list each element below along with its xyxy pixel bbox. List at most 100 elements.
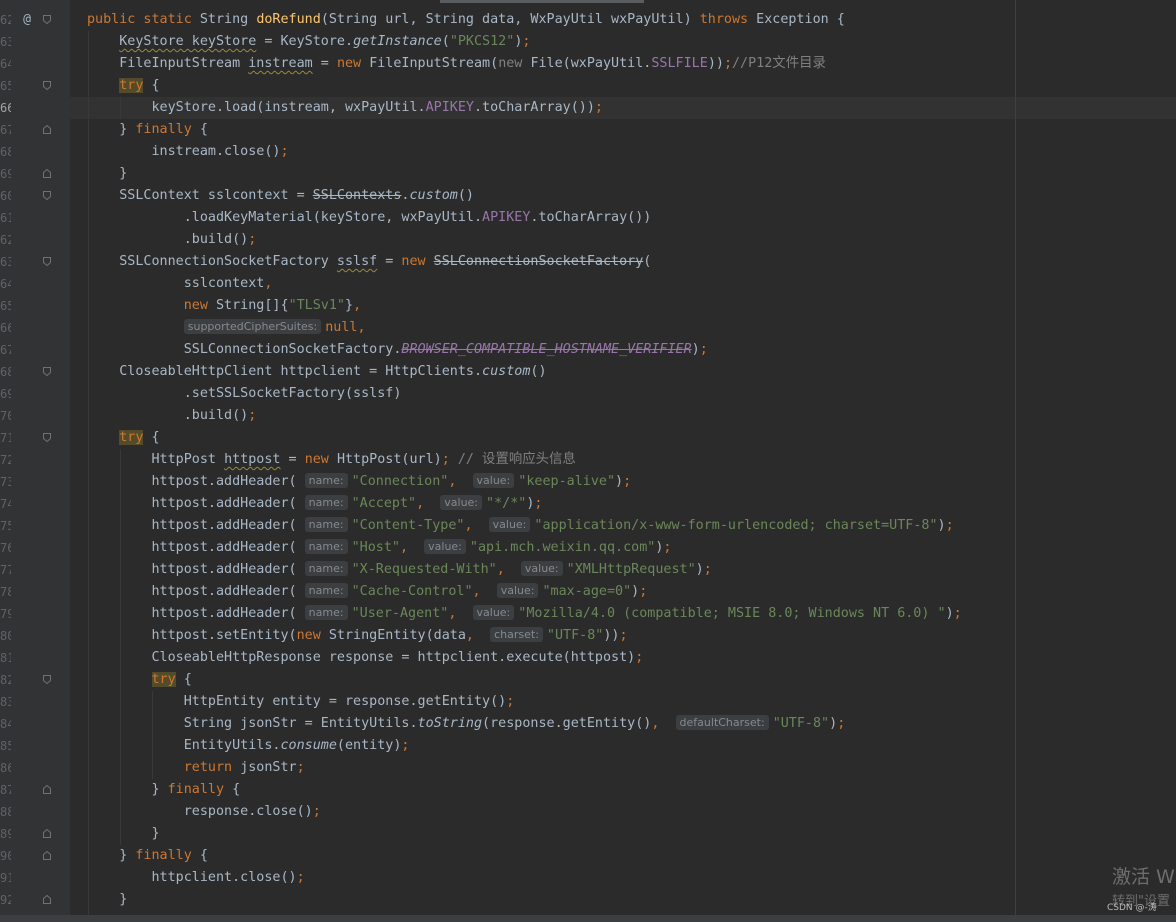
code-line[interactable]: 62 @ public static String doRefund(String … xyxy=(0,9,1176,31)
line-number[interactable]: 66 xyxy=(0,97,11,119)
line-code[interactable]: new String[]{"TLSv1"}, xyxy=(87,295,361,317)
line-code[interactable]: KeyStore keyStore = KeyStore.getInstance… xyxy=(87,31,530,53)
line-number[interactable]: 72 xyxy=(0,449,11,471)
line-number[interactable]: 70 xyxy=(0,405,11,427)
line-code[interactable]: .setSSLSocketFactory(sslsf) xyxy=(87,383,402,405)
code-line[interactable]: 68 CloseableHttpClient httpclient = Http… xyxy=(0,361,1176,383)
line-number[interactable]: 63 xyxy=(0,31,11,53)
code-line[interactable]: 88 response.close(); xyxy=(0,801,1176,823)
code-line[interactable]: 66 supportedCipherSuites: null, xyxy=(0,317,1176,339)
line-number[interactable]: 92 xyxy=(0,889,11,911)
line-code[interactable]: httpost.addHeader( name: "X-Requested-Wit… xyxy=(87,559,712,581)
code-line[interactable]: 81 CloseableHttpResponse response = http… xyxy=(0,647,1176,669)
line-code[interactable]: FileInputStream instream = new FileInput… xyxy=(87,53,826,75)
code-line[interactable]: 86 return jsonStr; xyxy=(0,757,1176,779)
code-line[interactable]: 69 .setSSLSocketFactory(sslsf) xyxy=(0,383,1176,405)
line-number[interactable]: 85 xyxy=(0,735,11,757)
line-code[interactable]: try { xyxy=(87,669,192,691)
line-code[interactable]: } xyxy=(87,163,127,185)
code-line[interactable]: 77 httpost.addHeader( name: "X-Requested-… xyxy=(0,559,1176,581)
line-number[interactable]: 62 xyxy=(0,9,11,31)
line-code[interactable]: .loadKeyMaterial(keyStore, wxPayUtil.API… xyxy=(87,207,652,229)
line-number[interactable]: 71 xyxy=(0,427,11,449)
line-code[interactable]: } finally { xyxy=(87,119,208,141)
line-number[interactable]: 68 xyxy=(0,361,11,383)
code-line[interactable]: 80 httpost.setEntity(new StringEntity(da… xyxy=(0,625,1176,647)
line-code[interactable]: return jsonStr; xyxy=(87,757,305,779)
line-number[interactable]: 88 xyxy=(0,801,11,823)
line-code[interactable]: } finally { xyxy=(87,845,208,867)
line-number[interactable]: 81 xyxy=(0,647,11,669)
line-number[interactable]: 64 xyxy=(0,273,11,295)
fold-start-icon[interactable] xyxy=(43,191,51,200)
line-code[interactable]: try { xyxy=(87,75,160,97)
line-number[interactable]: 76 xyxy=(0,537,11,559)
line-code[interactable]: httpost.addHeader( name: "Accept", value:… xyxy=(87,493,542,515)
code-line[interactable]: 75 httpost.addHeader( name: "Content-Type… xyxy=(0,515,1176,537)
code-line[interactable]: 74 httpost.addHeader( name: "Accept", val… xyxy=(0,493,1176,515)
code-line[interactable]: 68 instream.close(); xyxy=(0,141,1176,163)
code-line[interactable]: 89 } xyxy=(0,823,1176,845)
code-line[interactable]: 87 } finally { xyxy=(0,779,1176,801)
line-code[interactable]: httpost.addHeader( name: "Content-Type", … xyxy=(87,515,954,537)
line-code[interactable]: try { xyxy=(87,427,160,449)
code-line[interactable]: 60 SSLContext sslcontext = SSLContexts.c… xyxy=(0,185,1176,207)
line-code[interactable]: } xyxy=(87,889,127,911)
code-line[interactable]: 70 .build(); xyxy=(0,405,1176,427)
line-code[interactable]: .build(); xyxy=(87,229,257,251)
line-code[interactable]: supportedCipherSuites: null, xyxy=(87,317,366,339)
line-code[interactable]: CloseableHttpResponse response = httpcli… xyxy=(87,647,643,669)
line-code[interactable]: SSLContext sslcontext = SSLContexts.cust… xyxy=(87,185,474,207)
line-code[interactable]: HttpEntity entity = response.getEntity()… xyxy=(87,691,515,713)
code-line[interactable]: 61 .loadKeyMaterial(keyStore, wxPayUtil.… xyxy=(0,207,1176,229)
line-number[interactable]: 75 xyxy=(0,515,11,537)
line-number[interactable]: 69 xyxy=(0,163,11,185)
fold-end-icon[interactable] xyxy=(43,895,51,904)
code-line[interactable]: 85 EntityUtils.consume(entity); xyxy=(0,735,1176,757)
code-line[interactable]: 62 .build(); xyxy=(0,229,1176,251)
line-number[interactable]: 91 xyxy=(0,867,11,889)
line-code[interactable]: CloseableHttpClient httpclient = HttpCli… xyxy=(87,361,546,383)
fold-end-icon[interactable] xyxy=(43,169,51,178)
line-number[interactable]: 60 xyxy=(0,185,11,207)
bottom-scrollbar[interactable] xyxy=(0,915,1176,922)
code-line[interactable]: 92 } xyxy=(0,889,1176,911)
line-number[interactable]: 87 xyxy=(0,779,11,801)
fold-start-icon[interactable] xyxy=(43,367,51,376)
line-code[interactable]: httpclient.close(); xyxy=(87,867,304,889)
line-code[interactable]: keyStore.load(instream, wxPayUtil.APIKEY… xyxy=(87,97,603,119)
line-number[interactable]: 84 xyxy=(0,713,11,735)
line-code[interactable]: } xyxy=(87,823,159,845)
line-number[interactable]: 61 xyxy=(0,207,11,229)
horizontal-scroll-thumb[interactable] xyxy=(440,0,644,3)
code-line[interactable]: 82 try { xyxy=(0,669,1176,691)
fold-end-icon[interactable] xyxy=(43,125,51,134)
code-line[interactable]: 67 SSLConnectionSocketFactory.BROWSER_CO… xyxy=(0,339,1176,361)
fold-end-icon[interactable] xyxy=(43,785,51,794)
code-editor[interactable]: 62 @ public static String doRefund(String … xyxy=(0,0,1176,922)
line-number[interactable]: 89 xyxy=(0,823,11,845)
fold-end-icon[interactable] xyxy=(43,851,51,860)
code-line[interactable]: 69 } xyxy=(0,163,1176,185)
code-line[interactable]: 66 keyStore.load(instream, wxPayUtil.API… xyxy=(0,97,1176,119)
line-code[interactable]: HttpPost httpost = new HttpPost(url); //… xyxy=(87,449,575,471)
fold-start-icon[interactable] xyxy=(43,257,51,266)
line-code[interactable]: String jsonStr = EntityUtils.toString(re… xyxy=(87,713,845,735)
fold-start-icon[interactable] xyxy=(43,433,51,442)
code-line[interactable]: 67 } finally { xyxy=(0,119,1176,141)
line-number[interactable]: 69 xyxy=(0,383,11,405)
line-code[interactable]: httpost.addHeader( name: "Cache-Control",… xyxy=(87,581,647,603)
code-line[interactable]: 90 } finally { xyxy=(0,845,1176,867)
line-number[interactable]: 65 xyxy=(0,75,11,97)
line-code[interactable]: instream.close(); xyxy=(87,141,288,163)
line-number[interactable]: 83 xyxy=(0,691,11,713)
line-number[interactable]: 86 xyxy=(0,757,11,779)
line-code[interactable]: public static String doRefund(String url… xyxy=(87,9,845,31)
line-number[interactable]: 78 xyxy=(0,581,11,603)
code-line[interactable]: 65 try { xyxy=(0,75,1176,97)
fold-start-icon[interactable] xyxy=(43,81,51,90)
line-number[interactable]: 77 xyxy=(0,559,11,581)
line-number[interactable]: 90 xyxy=(0,845,11,867)
line-number[interactable]: 73 xyxy=(0,471,11,493)
line-code[interactable]: httpost.addHeader( name: "Host", value: "a… xyxy=(87,537,671,559)
